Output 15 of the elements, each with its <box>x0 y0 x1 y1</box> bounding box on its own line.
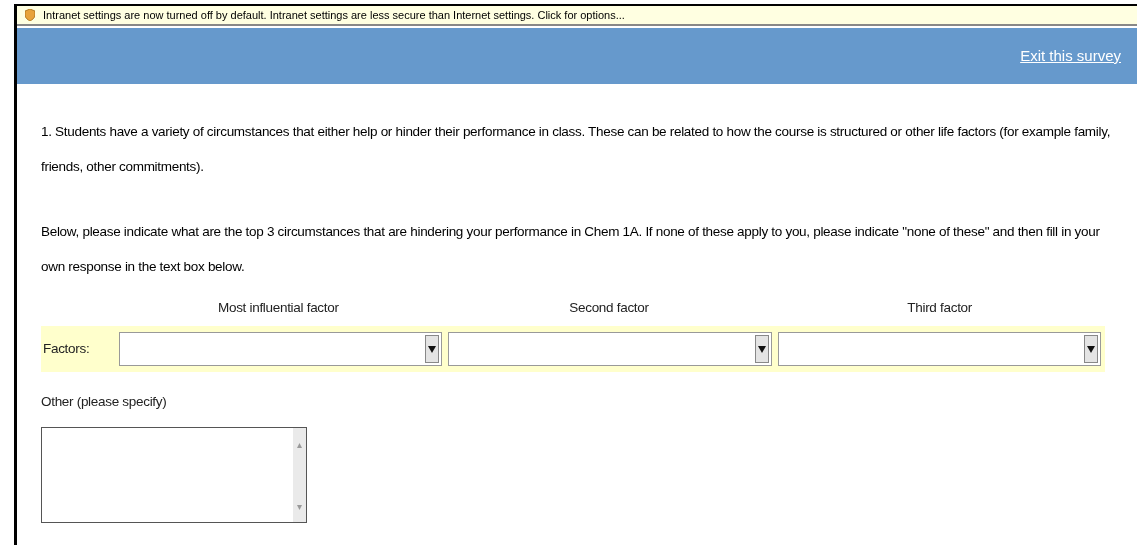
row-label: Factors: <box>42 340 91 359</box>
column-header: Second factor <box>568 299 650 317</box>
other-text-area[interactable] <box>41 426 307 523</box>
question-text: 1. Students have a variety of circumstances that either help or hinder their performance in class. These can be related to how the course is structured or other life factors (for example family, friends, other commitments). <box>41 123 1112 176</box>
other-label: Other (please specify) <box>41 393 168 412</box>
shield-icon <box>25 9 35 21</box>
factor-dropdown[interactable] <box>448 332 772 367</box>
question-text: Below, please indicate what are the top 3 circumstances that are hindering your performance in Chem 1A. If none of these apply to you, please indicate "none of these" and then fill in your own response in the text box below. <box>41 223 1101 276</box>
column-header: Third factor <box>906 299 973 317</box>
info-bar-text: Intranet settings are now turned off by default. Intranet settings are less secure than Internet settings. Click for options... <box>43 7 625 23</box>
column-header: Most influential factor <box>217 299 340 317</box>
info-bar[interactable]: Intranet settings are now turned off by default. Intranet settings are less secure than Internet settings. Click for options... <box>17 6 1137 26</box>
scrollbar-icon <box>293 427 306 522</box>
factor-dropdown[interactable] <box>777 332 1101 367</box>
factor-dropdown[interactable] <box>119 332 443 367</box>
